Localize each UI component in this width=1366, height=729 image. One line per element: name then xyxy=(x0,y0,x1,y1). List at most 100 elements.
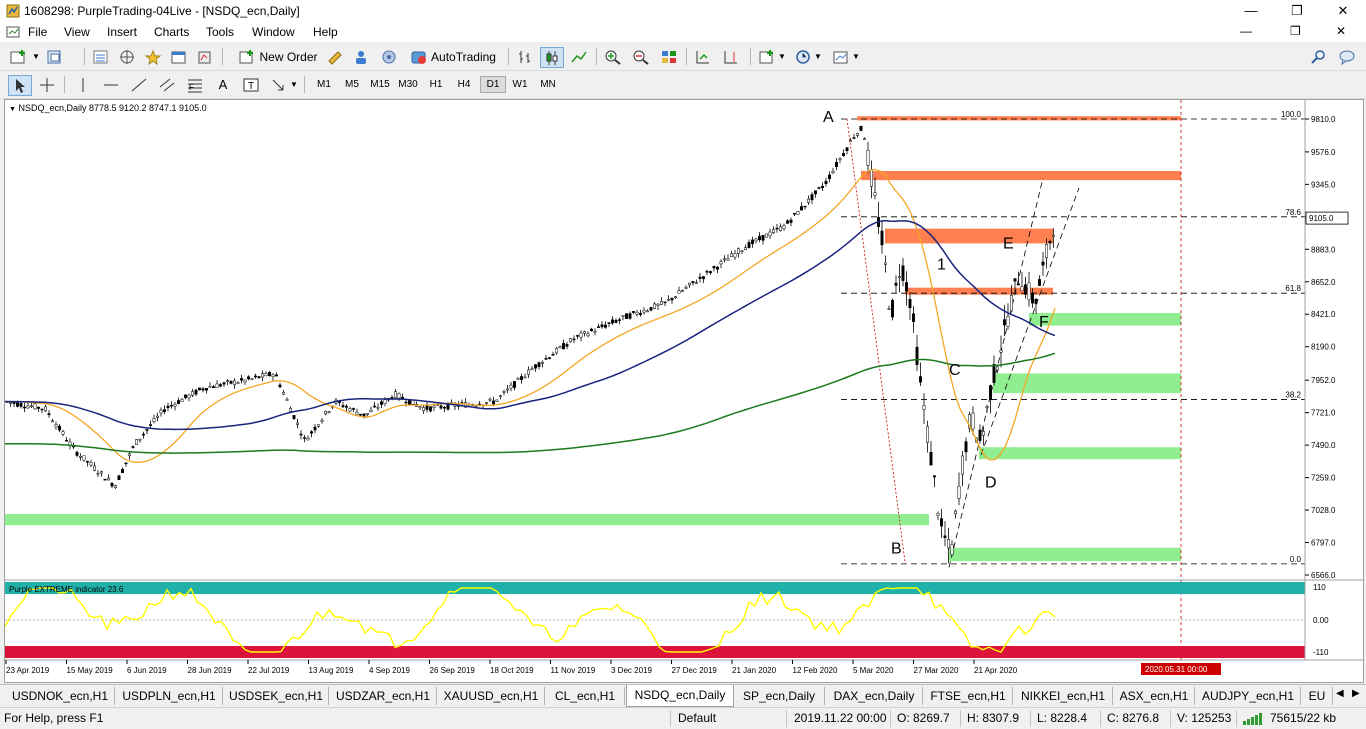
line-chart-button[interactable] xyxy=(568,47,590,66)
text-label-button[interactable]: T xyxy=(240,75,262,94)
price-chart[interactable]: 100.0 78.6 61.8 38.2 0.0 Purple EXTREME indi… xyxy=(4,100,1363,682)
horizontal-line-button[interactable] xyxy=(100,75,122,94)
auto-scroll-button[interactable] xyxy=(692,47,714,66)
vertical-line-button[interactable] xyxy=(72,75,94,94)
timeframe-m15[interactable]: M15 xyxy=(368,76,392,93)
cursor-button[interactable] xyxy=(8,75,32,96)
price-tick-label: 8190.0 xyxy=(1311,343,1336,352)
menu-window[interactable]: Window xyxy=(252,25,295,39)
terminal-button[interactable] xyxy=(168,47,190,66)
data-window-button[interactable] xyxy=(116,47,138,66)
periods-button[interactable] xyxy=(792,47,814,66)
chevron-down-icon[interactable]: ▼ xyxy=(290,75,298,94)
chat-button[interactable] xyxy=(1336,47,1358,66)
tab-usdsek[interactable]: USDSEK_ecn,H1 xyxy=(224,687,329,705)
tab-usdnok[interactable]: USDNOK_ecn,H1 xyxy=(6,687,115,705)
child-restore-button[interactable]: ❐ xyxy=(1290,24,1301,38)
candle-body xyxy=(562,343,565,350)
tab-nikkei[interactable]: NIKKEI_ecn,H1 xyxy=(1014,687,1113,705)
signals-button[interactable] xyxy=(378,47,400,66)
arrows-button[interactable] xyxy=(268,75,290,94)
price-zone xyxy=(949,547,1181,562)
zoom-out-button[interactable] xyxy=(630,47,652,66)
chevron-down-icon[interactable]: ▼ xyxy=(852,47,860,66)
tab-xauusd[interactable]: XAUUSD_ecn,H1 xyxy=(438,687,545,705)
tab-sp[interactable]: SP_ecn,Daily xyxy=(734,687,825,705)
timeframe-mn[interactable]: MN xyxy=(536,76,560,93)
chevron-down-icon[interactable]: ▼ xyxy=(32,47,40,66)
timeframe-h4[interactable]: H4 xyxy=(452,76,476,93)
indicators-button[interactable] xyxy=(756,47,778,66)
tab-cl[interactable]: CL_ecn,H1 xyxy=(546,687,625,705)
candle-body xyxy=(940,518,943,527)
date-tick-label: 11 Nov 2019 xyxy=(551,666,596,675)
new-order-button[interactable]: New Order xyxy=(236,47,320,66)
tab-usdzar[interactable]: USDZAR_ecn,H1 xyxy=(330,687,437,705)
candle-body xyxy=(765,233,768,238)
tab-ftse[interactable]: FTSE_ecn,H1 xyxy=(924,687,1013,705)
candle-body xyxy=(884,262,887,265)
timeframe-w1[interactable]: W1 xyxy=(508,76,532,93)
maximize-button[interactable]: ❐ xyxy=(1274,0,1320,22)
tab-audjpy[interactable]: AUDJPY_ecn,H1 xyxy=(1196,687,1301,705)
fibonacci-button[interactable]: F xyxy=(184,75,206,94)
strategy-tester-button[interactable] xyxy=(194,47,216,66)
menu-tools[interactable]: Tools xyxy=(206,25,234,39)
crosshair-button[interactable] xyxy=(36,75,58,94)
chevron-down-icon[interactable]: ▼ xyxy=(814,47,822,66)
chart-window-icon[interactable] xyxy=(6,25,20,39)
chart-window[interactable]: 100.0 78.6 61.8 38.2 0.0 Purple EXTREME indi… xyxy=(4,99,1364,683)
experts-button[interactable] xyxy=(350,47,372,66)
candle-body xyxy=(985,406,989,408)
tab-usdpln[interactable]: USDPLN_ecn,H1 xyxy=(116,687,223,705)
chevron-down-icon[interactable]: ▼ xyxy=(778,47,786,66)
candlestick-button[interactable] xyxy=(540,47,564,68)
search-button[interactable] xyxy=(1308,47,1330,66)
tab-eu[interactable]: EU xyxy=(1302,687,1333,705)
bar-chart-button[interactable] xyxy=(514,47,536,66)
date-tick-label: 3 Dec 2019 xyxy=(611,666,652,675)
menu-insert[interactable]: Insert xyxy=(107,25,137,39)
timeframe-m5[interactable]: M5 xyxy=(340,76,364,93)
tab-scroll-right-icon[interactable]: ▶ xyxy=(1352,688,1360,699)
tab-nsdq[interactable]: NSDQ_ecn,Daily xyxy=(626,685,734,707)
tab-dax[interactable]: DAX_ecn,Daily xyxy=(826,687,923,705)
zoom-in-button[interactable] xyxy=(602,47,624,66)
navigator-button[interactable] xyxy=(142,47,164,66)
timeframe-d1[interactable]: D1 xyxy=(480,76,506,93)
child-minimize-button[interactable]: — xyxy=(1240,24,1252,38)
timeframe-m1[interactable]: M1 xyxy=(312,76,336,93)
templates-button[interactable] xyxy=(830,47,852,66)
menu-view[interactable]: View xyxy=(64,25,90,39)
menu-file[interactable]: File xyxy=(28,25,47,39)
trendline-button[interactable] xyxy=(128,75,150,94)
candle-body xyxy=(376,406,380,409)
autotrading-button[interactable]: AutoTrading xyxy=(406,47,500,66)
candle-body xyxy=(51,420,54,423)
timeframe-h1[interactable]: H1 xyxy=(424,76,448,93)
menu-charts[interactable]: Charts xyxy=(154,25,189,39)
date-tick-label: 22 Jul 2019 xyxy=(248,666,290,675)
candle-body xyxy=(793,212,796,215)
close-button[interactable]: ✕ xyxy=(1320,0,1366,22)
tab-scroll-left-icon[interactable]: ◀ xyxy=(1336,688,1344,699)
new-chart-button[interactable] xyxy=(8,47,30,66)
profiles-button[interactable] xyxy=(44,47,66,66)
candle-body xyxy=(173,403,177,407)
market-watch-button[interactable] xyxy=(90,47,112,66)
candle-body xyxy=(37,406,40,409)
candle-body xyxy=(1024,284,1027,295)
child-close-button[interactable]: ✕ xyxy=(1336,24,1346,38)
menu-help[interactable]: Help xyxy=(313,25,338,39)
text-button[interactable]: A xyxy=(212,75,234,94)
equidistant-channel-button[interactable] xyxy=(156,75,178,94)
tab-asx[interactable]: ASX_ecn,H1 xyxy=(1114,687,1195,705)
tile-windows-button[interactable] xyxy=(658,47,680,66)
timeframe-m30[interactable]: M30 xyxy=(396,76,420,93)
profile-name[interactable]: Default xyxy=(678,711,716,725)
chart-shift-button[interactable] xyxy=(720,47,742,66)
metaeditor-button[interactable] xyxy=(324,47,346,66)
minimize-button[interactable]: — xyxy=(1228,0,1274,22)
candle-body xyxy=(212,386,215,388)
candle-body xyxy=(324,410,327,415)
